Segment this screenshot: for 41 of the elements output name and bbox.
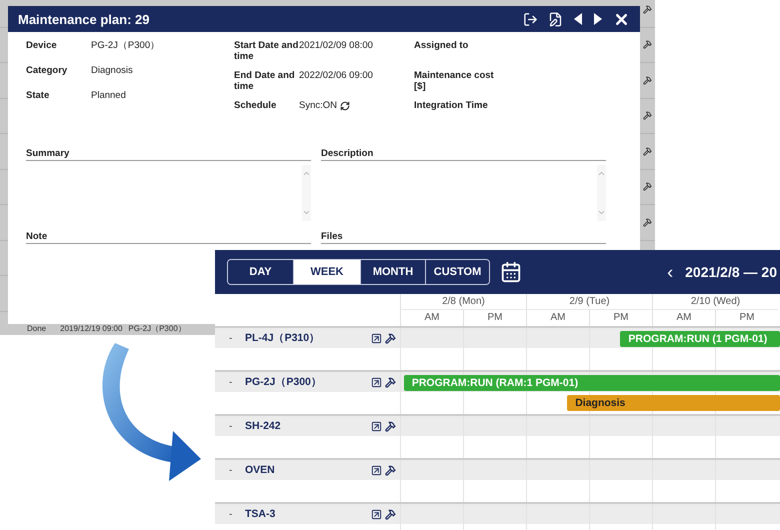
field-label: State <box>26 90 50 101</box>
table-cell: PG-2J（P300） <box>128 323 186 334</box>
event-bar[interactable]: Diagnosis <box>567 395 780 411</box>
table-cell: 2019/12/19 09:00 <box>60 324 122 334</box>
section-label: Summary <box>26 148 311 161</box>
collapse-toggle[interactable]: - <box>229 508 245 520</box>
day-header: 2/10 (Wed) <box>652 294 778 310</box>
view-tab[interactable]: CUSTOM <box>425 260 489 284</box>
field-value: 2021/02/09 08:00 <box>299 40 373 51</box>
section-label: Files <box>321 231 606 244</box>
dialog-title: Maintenance plan: 29 <box>18 12 150 26</box>
field-label: Integration Time <box>414 100 489 111</box>
field-label: Maintenance cost [$] <box>414 70 494 92</box>
day-header: 2/9 (Tue) <box>526 294 652 310</box>
field-label: Device <box>26 40 58 51</box>
collapse-toggle[interactable]: - <box>229 376 245 388</box>
device-name: PL-4J（P310） <box>245 331 322 345</box>
field-label: Assigned to <box>414 40 470 51</box>
day-header: 2/8 (Mon) <box>400 294 526 310</box>
device-name: OVEN <box>245 464 276 476</box>
table-cell: Done <box>27 324 46 334</box>
section-label: Description <box>321 148 606 161</box>
field-label: Start Date and time <box>234 40 299 62</box>
field-value: Sync:ON <box>299 100 338 111</box>
field-label: Schedule <box>234 100 278 111</box>
field-label: End Date and time <box>234 70 296 92</box>
view-tab[interactable]: WEEK <box>293 260 360 284</box>
collapse-toggle[interactable]: - <box>229 420 245 432</box>
field-label: Category <box>26 65 68 76</box>
device-name: TSA-3 <box>245 508 276 520</box>
field-value: PG-2J（P300） <box>91 40 160 51</box>
section-label: Note <box>26 231 311 244</box>
collapse-toggle[interactable]: - <box>229 332 245 344</box>
device-name: SH-242 <box>245 420 282 432</box>
field-value: Planned <box>91 90 126 101</box>
field-value: 2022/02/06 09:00 <box>299 70 373 81</box>
previous-button[interactable]: ‹ <box>667 262 674 282</box>
date-range: 2021/2/8 — 20 <box>685 264 777 280</box>
collapse-toggle[interactable]: - <box>229 464 245 476</box>
field-value: Diagnosis <box>91 65 133 76</box>
device-name: PG-2J（P300） <box>245 375 323 389</box>
